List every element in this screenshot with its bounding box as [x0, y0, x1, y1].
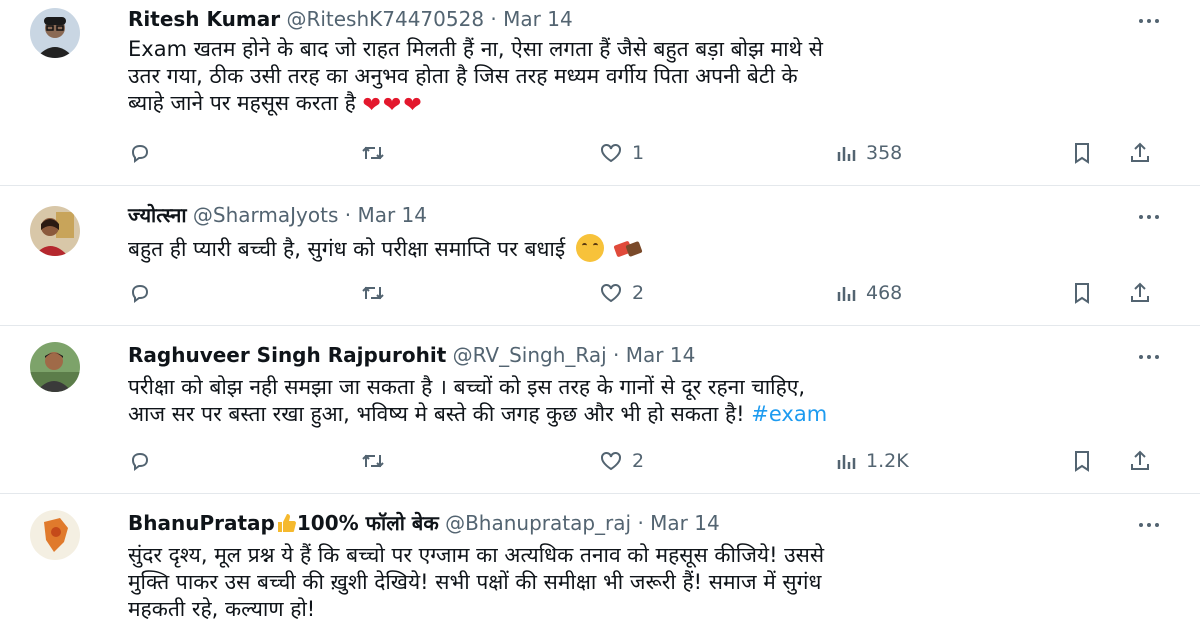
retweet-icon	[362, 286, 384, 300]
retweet-icon	[362, 454, 384, 468]
display-name[interactable]: BhanuPratap 100% फॉलो बेक	[128, 511, 439, 535]
reply-button[interactable]	[128, 278, 160, 308]
tweet-text: परीक्षा को बोझ नही समझा जा सकता है । बच्…	[128, 374, 1168, 428]
thumbs-up-emoji-icon	[277, 514, 296, 532]
retweet-button[interactable]	[360, 278, 394, 308]
retweet-button[interactable]	[360, 446, 394, 476]
tweet-date[interactable]: Mar 14	[357, 203, 427, 227]
bookmark-icon	[1075, 143, 1089, 164]
bookmark-button[interactable]	[1070, 446, 1094, 476]
avatar[interactable]	[30, 206, 80, 256]
tweet-jyotsna[interactable]: ज्योत्स्ना @SharmaJyots · Mar 14 बहुत ही…	[0, 186, 1200, 326]
avatar[interactable]	[30, 510, 80, 560]
like-count: 2	[632, 282, 645, 304]
reply-icon	[131, 144, 149, 163]
separator-dot: ·	[344, 203, 352, 227]
user-handle[interactable]: @RiteshK74470528	[286, 7, 484, 31]
tweet-text-line: बहुत ही प्यारी बच्ची है, सुगंध को परीक्ष…	[128, 234, 1168, 263]
tweet-text-line: उतर गया, ठीक उसी तरह का अनुभव होता है जि…	[128, 64, 798, 88]
avatar[interactable]	[30, 342, 80, 392]
like-icon	[601, 143, 621, 163]
tweet-text-line: महकती रहे, कल्याण हो!	[128, 597, 316, 621]
views-button[interactable]: 468	[834, 278, 902, 308]
reply-icon	[131, 452, 149, 471]
display-name[interactable]: Ritesh Kumar	[128, 7, 280, 31]
like-count: 2	[632, 450, 645, 472]
tweet-text-line: Exam खतम होने के बाद जो राहत मिलती हैं न…	[128, 37, 823, 61]
tweet-header: BhanuPratap 100% फॉलो बेक @Bhanupratap_ra…	[128, 510, 720, 536]
retweet-button[interactable]	[360, 138, 394, 168]
tweet-header: Ritesh Kumar @RiteshK74470528 · Mar 14	[128, 6, 573, 32]
like-button[interactable]: 2	[598, 446, 644, 476]
tweet-text: बहुत ही प्यारी बच्ची है, सुगंध को परीक्ष…	[128, 234, 1168, 263]
separator-dot: ·	[490, 7, 497, 31]
views-icon	[837, 147, 856, 161]
more-icon[interactable]	[1134, 8, 1164, 34]
tweet-text-line: आज सर पर बस्ता रखा हुआ, भविष्य मे बस्ते …	[128, 402, 828, 426]
tweet-ritesh[interactable]: Ritesh Kumar @RiteshK74470528 · Mar 14 E…	[0, 0, 1200, 186]
display-name[interactable]: ज्योत्स्ना	[128, 203, 187, 227]
replies-feed: Ritesh Kumar @RiteshK74470528 · Mar 14 E…	[0, 0, 1200, 628]
smile-emoji-icon	[575, 234, 604, 262]
tweet-text: Exam खतम होने के बाद जो राहत मिलती हैं न…	[128, 36, 1168, 119]
action-bar: 1 358	[128, 138, 1168, 168]
like-icon	[601, 451, 621, 471]
bookmark-icon	[1075, 283, 1089, 304]
share-button[interactable]	[1128, 138, 1152, 168]
tweet-text-line: ब्याहे जाने पर महसूस करता है ❤❤❤	[128, 91, 424, 118]
reply-button[interactable]	[128, 446, 160, 476]
tweet-text-line: परीक्षा को बोझ नही समझा जा सकता है । बच्…	[128, 375, 806, 399]
more-icon[interactable]	[1134, 204, 1164, 230]
chocolate-emoji-icon	[613, 241, 642, 257]
display-name[interactable]: Raghuveer Singh Rajpurohit	[128, 343, 446, 367]
views-button[interactable]: 358	[834, 138, 902, 168]
share-icon	[1131, 282, 1149, 302]
tweet-text-line: मुक्ति पाकर उस बच्ची की ख़ुशी देखिये! सभ…	[128, 570, 822, 594]
bookmark-button[interactable]	[1070, 278, 1094, 308]
tweet-bhanupratap[interactable]: BhanuPratap 100% फॉलो बेक @Bhanupratap_ra…	[0, 494, 1200, 628]
user-handle[interactable]: @SharmaJyots	[193, 203, 338, 227]
separator-dot: ·	[637, 511, 644, 535]
tweet-header: Raghuveer Singh Rajpurohit @RV_Singh_Raj…	[128, 342, 695, 368]
view-count: 468	[866, 282, 903, 304]
bookmark-icon	[1075, 451, 1089, 472]
like-icon	[601, 283, 621, 303]
action-bar: 2 468	[128, 278, 1168, 308]
tweet-raghuveer[interactable]: Raghuveer Singh Rajpurohit @RV_Singh_Raj…	[0, 326, 1200, 494]
user-handle[interactable]: @RV_Singh_Raj	[453, 343, 607, 367]
tweet-text: सुंदर दृश्य, मूल प्रश्न ये हैं कि बच्चो …	[128, 542, 1168, 623]
tweet-date[interactable]: Mar 14	[650, 511, 720, 535]
view-count: 358	[866, 142, 903, 164]
heart-emoji: ❤❤❤	[362, 93, 424, 118]
share-button[interactable]	[1128, 278, 1152, 308]
views-button[interactable]: 1.2K	[834, 446, 909, 476]
like-button[interactable]: 1	[598, 138, 644, 168]
reply-icon	[131, 284, 149, 303]
tweet-date[interactable]: Mar 14	[503, 7, 573, 31]
bookmark-button[interactable]	[1070, 138, 1094, 168]
hashtag-link[interactable]: #exam	[751, 402, 827, 426]
action-bar: 2 1.2K	[128, 446, 1168, 476]
share-icon	[1131, 450, 1149, 470]
tweet-text-line: सुंदर दृश्य, मूल प्रश्न ये हैं कि बच्चो …	[128, 543, 825, 567]
views-icon	[837, 287, 856, 301]
like-count: 1	[632, 142, 645, 164]
user-handle[interactable]: @Bhanupratap_raj	[445, 511, 631, 535]
more-icon[interactable]	[1134, 512, 1164, 538]
views-icon	[837, 455, 856, 469]
tweet-header: ज्योत्स्ना @SharmaJyots · Mar 14	[128, 202, 427, 228]
tweet-date[interactable]: Mar 14	[626, 343, 696, 367]
like-button[interactable]: 2	[598, 278, 644, 308]
retweet-icon	[362, 146, 384, 160]
share-icon	[1131, 142, 1149, 162]
view-count: 1.2K	[866, 450, 909, 472]
separator-dot: ·	[613, 343, 620, 367]
avatar[interactable]	[30, 8, 80, 58]
reply-button[interactable]	[128, 138, 160, 168]
more-icon[interactable]	[1134, 344, 1164, 370]
share-button[interactable]	[1128, 446, 1152, 476]
